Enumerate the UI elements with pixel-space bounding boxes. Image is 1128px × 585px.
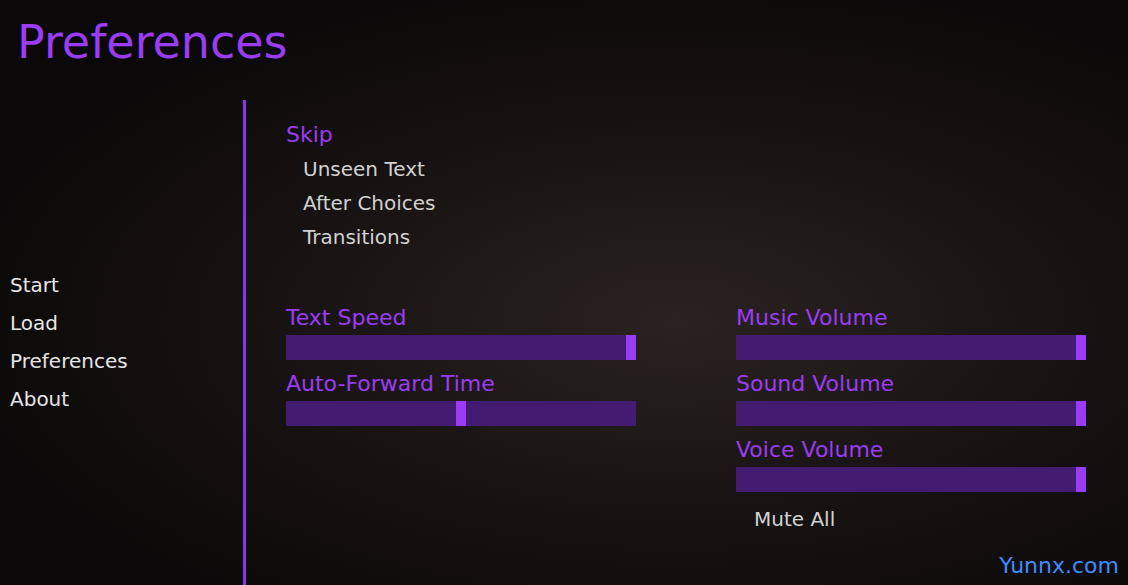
slider-row: Voice Volume [736,433,1086,492]
slider-track[interactable] [286,335,636,360]
mute-all-button[interactable]: Mute All [736,502,1086,536]
background-image [0,0,1128,585]
menu-item[interactable]: Load [10,304,243,342]
slider-row: Sound Volume [736,367,1086,426]
slider-track[interactable] [736,335,1086,360]
menu-item[interactable]: About [10,380,243,418]
skip-option[interactable]: After Choices [286,186,1128,220]
slider-row: Text Speed [286,301,636,360]
slider-track[interactable] [286,401,636,426]
slider-label: Text Speed [286,301,636,335]
slider-label: Music Volume [736,301,1086,335]
skip-option[interactable]: Transitions [286,220,1128,254]
preferences-screen: PreferencesStartLoadPreferencesAboutSkip… [0,0,1128,585]
slider-track[interactable] [736,401,1086,426]
skip-option[interactable]: Unseen Text [286,152,1128,186]
slider-label: Voice Volume [736,433,1086,467]
menu-item[interactable]: Start [10,266,243,304]
watermark: Yunnx.com [999,551,1119,581]
slider-thumb[interactable] [626,335,636,360]
preferences-panel: SkipUnseen TextAfter ChoicesTransitionsT… [246,100,1128,585]
group-label: Skip [286,118,1128,152]
slider-label: Sound Volume [736,367,1086,401]
slider-thumb[interactable] [1076,335,1086,360]
slider-row: Auto-Forward Time [286,367,636,426]
slider-thumb[interactable] [1076,401,1086,426]
slider-row: Music Volume [736,301,1086,360]
slider-thumb[interactable] [456,401,466,426]
screen-title: Preferences [0,0,1128,100]
divider [243,100,246,585]
main-menu: StartLoadPreferencesAbout [0,100,243,585]
skip-group: SkipUnseen TextAfter ChoicesTransitions [286,118,1128,254]
slider-label: Auto-Forward Time [286,367,636,401]
menu-item[interactable]: Preferences [10,342,243,380]
slider-thumb[interactable] [1076,467,1086,492]
slider-track[interactable] [736,467,1086,492]
